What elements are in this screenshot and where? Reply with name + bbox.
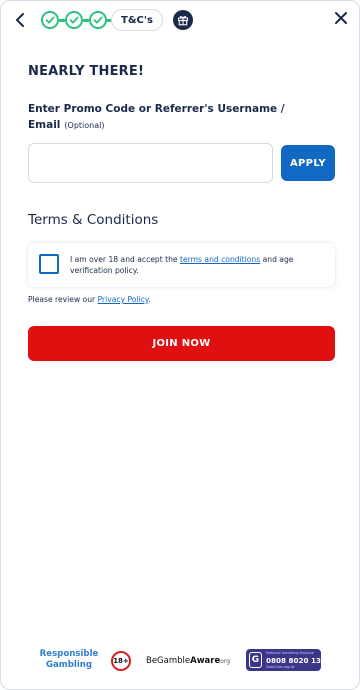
step-2-complete [65,11,83,29]
chevron-left-icon[interactable] [11,9,31,31]
step-3-complete [89,11,107,29]
optional-tag: (Optional) [64,121,105,130]
privacy-note: Please review our Privacy Policy. [28,295,151,304]
bga-org: org [220,658,231,665]
check-icon [93,16,103,24]
gift-step [172,10,193,30]
responsible-gambling-logo[interactable]: Responsible Gambling [37,649,101,671]
check-icon [45,16,55,24]
privacy-suffix: . [148,295,151,304]
bga-text-2: Aware [190,656,221,666]
join-now-button[interactable]: JOIN NOW [28,326,335,361]
terms-consent-text: I am over 18 and accept the terms and co… [70,254,320,276]
privacy-policy-link[interactable]: Privacy Policy [98,295,149,304]
step-progress: T&C's [41,9,193,31]
header: T&C's [1,1,359,41]
terms-checkbox[interactable] [39,254,59,274]
promo-code-input[interactable] [28,143,273,183]
step-1-complete [41,11,59,29]
page-heading: NEARLY THERE! [28,64,145,79]
privacy-prefix: Please review our [28,295,98,304]
gamcare-helpline-badge[interactable]: G National Gambling Helpline 0808 8020 1… [246,649,321,671]
close-icon[interactable] [333,10,349,26]
gamcare-icon: G [249,652,262,668]
current-step-pill: T&C's [111,9,163,31]
terms-title: Terms & Conditions [28,212,159,228]
terms-consent-box: I am over 18 and accept the terms and co… [28,243,335,287]
helpline-number: 0808 8020 133 [266,656,321,665]
footer: Responsible Gambling 18+ BeGambleAwareor… [1,647,359,675]
terms-link[interactable]: terms and conditions [180,255,260,264]
gift-icon [177,16,188,26]
begambleaware-logo[interactable]: BeGambleAwareorg [146,656,230,666]
promo-label: Enter Promo Code or Referrer's Username … [28,101,328,134]
check-icon [69,16,79,24]
registration-modal: T&C's NEARLY THERE! Enter Promo Code or … [0,0,360,690]
apply-button[interactable]: APPLY [281,145,335,181]
helpline-url: GamCare.org.uk [266,665,295,669]
bga-text-1: BeGamble [146,656,191,666]
age-18-badge: 18+ [111,651,131,671]
helpline-caption: National Gambling Helpline [266,651,314,655]
terms-prefix: I am over 18 and accept the [70,255,181,264]
